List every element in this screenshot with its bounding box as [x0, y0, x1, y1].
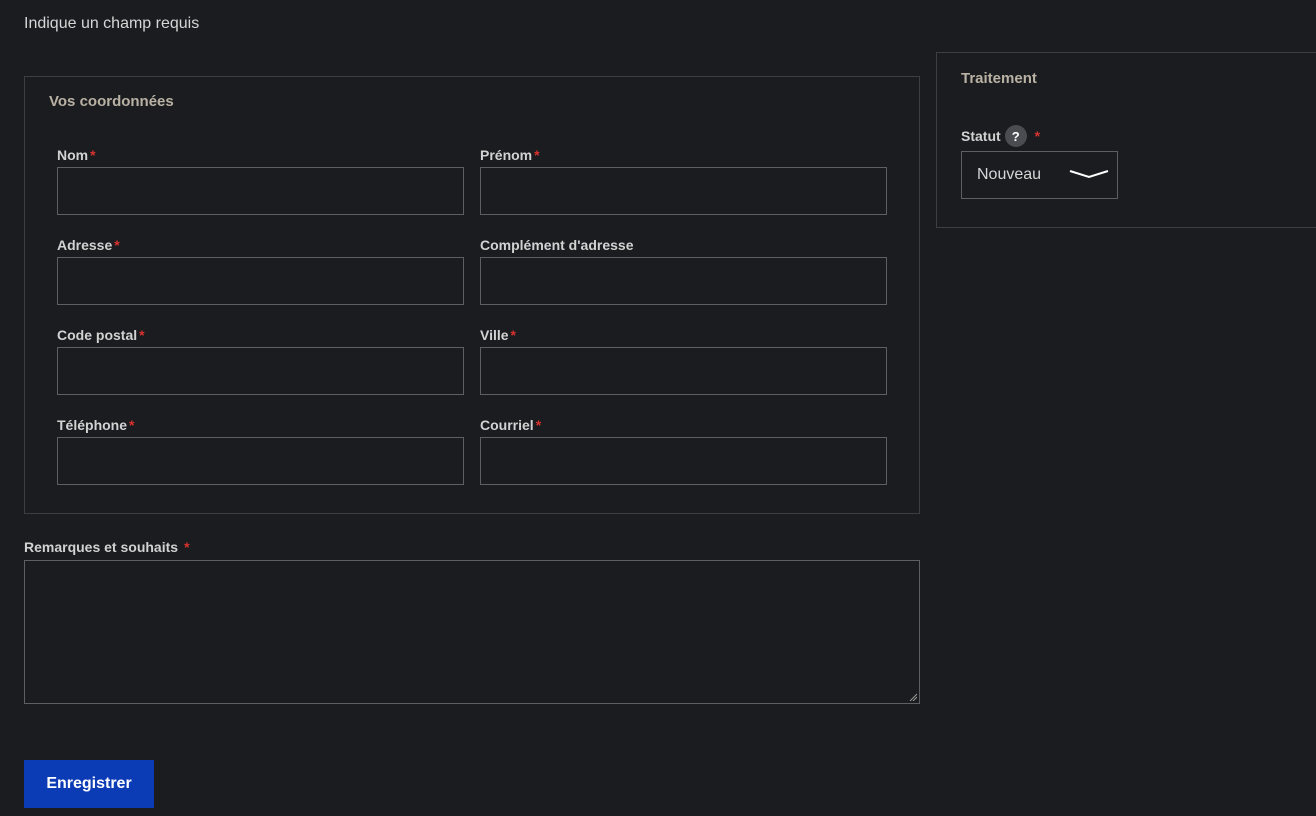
- help-icon[interactable]: ?: [1004, 125, 1027, 147]
- telephone-input[interactable]: [57, 437, 464, 485]
- traitement-title: Traitement: [961, 70, 1037, 87]
- code-postal-input[interactable]: [57, 347, 464, 395]
- chevron-down-icon: [1069, 170, 1109, 179]
- code-postal-label: Code postal *: [57, 327, 145, 343]
- code-postal-field: Code postal *: [57, 327, 464, 395]
- required-star: *: [139, 327, 145, 343]
- prenom-input[interactable]: [480, 167, 887, 215]
- required-star: *: [114, 237, 120, 253]
- remarques-label: Remarques et souhaits *: [24, 539, 190, 555]
- courriel-label: Courriel *: [480, 417, 542, 433]
- complement-adresse-input[interactable]: [480, 257, 887, 305]
- complement-adresse-label: Complément d'adresse: [480, 237, 634, 253]
- statut-select[interactable]: Nouveau: [961, 151, 1118, 199]
- adresse-field: Adresse *: [57, 237, 464, 305]
- contact-fieldset: Vos coordonnées Nom * Prénom * Adresse * Co…: [24, 76, 920, 514]
- ville-label: Ville *: [480, 327, 516, 343]
- telephone-label: Téléphone *: [57, 417, 135, 433]
- required-star: *: [1034, 128, 1041, 144]
- nom-input[interactable]: [57, 167, 464, 215]
- nom-label: Nom *: [57, 147, 96, 163]
- complement-adresse-field: Complément d'adresse: [480, 237, 887, 305]
- adresse-input[interactable]: [57, 257, 464, 305]
- statut-label: Statut ? *: [961, 125, 1040, 147]
- required-star: *: [129, 417, 135, 433]
- nom-field: Nom *: [57, 147, 464, 215]
- courriel-field: Courriel *: [480, 417, 887, 485]
- required-star: *: [184, 539, 190, 555]
- required-star: *: [534, 147, 540, 163]
- prenom-label: Prénom *: [480, 147, 540, 163]
- required-star: *: [535, 417, 542, 433]
- required-field-note: Indique un champ requis: [24, 15, 200, 32]
- ville-field: Ville *: [480, 327, 887, 395]
- required-star: *: [510, 327, 516, 343]
- resize-grip-icon[interactable]: [909, 693, 917, 701]
- telephone-field: Téléphone *: [57, 417, 464, 485]
- traitement-panel: Traitement Statut ? * Nouveau: [936, 52, 1316, 228]
- required-star: *: [90, 147, 96, 163]
- prenom-field: Prénom *: [480, 147, 887, 215]
- adresse-label: Adresse *: [57, 237, 120, 253]
- statut-selected-value: Nouveau: [977, 166, 1042, 183]
- ville-input[interactable]: [480, 347, 887, 395]
- remarques-textarea[interactable]: [24, 560, 920, 704]
- fieldset-legend: Vos coordonnées: [49, 93, 174, 110]
- courriel-input[interactable]: [480, 437, 887, 485]
- save-button[interactable]: Enregistrer: [24, 760, 154, 808]
